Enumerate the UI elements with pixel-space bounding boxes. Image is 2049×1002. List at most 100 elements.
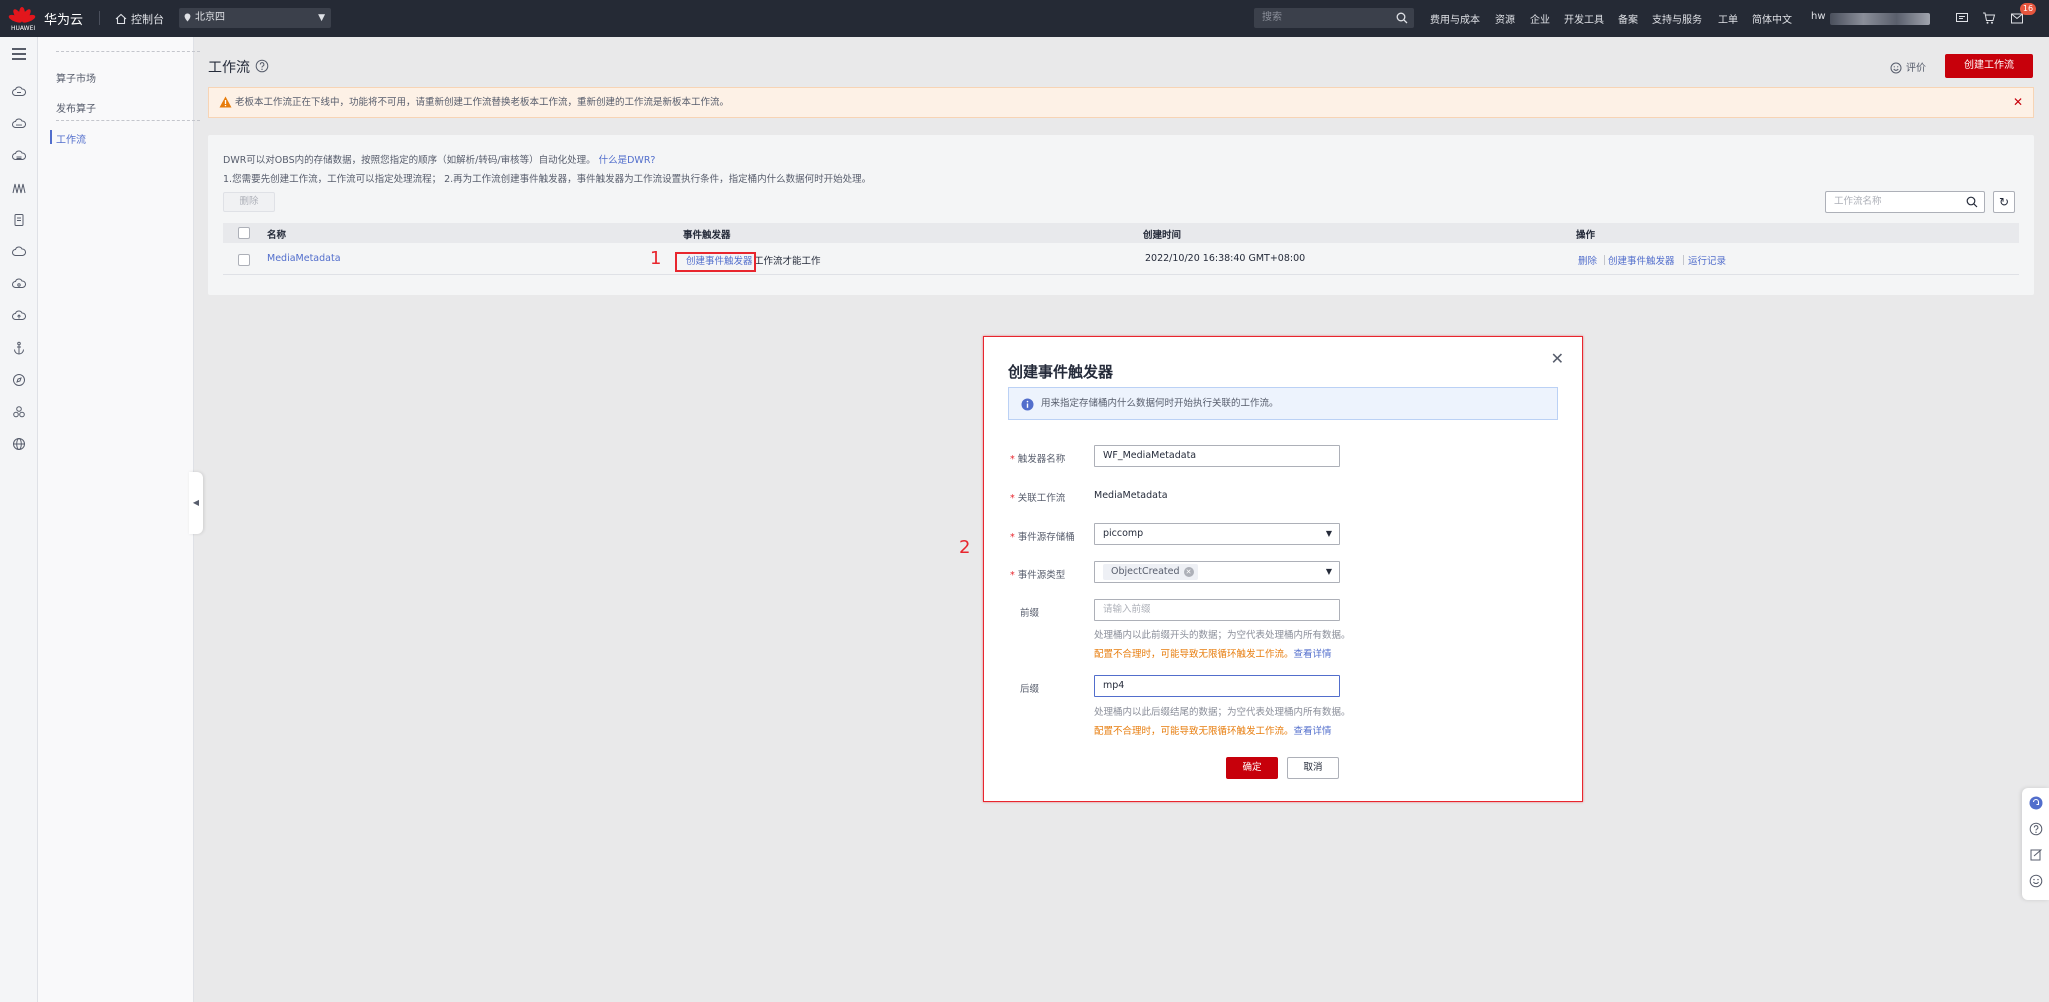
prefix-input[interactable]: 请输入前缀 <box>1094 599 1340 621</box>
edit-feedback-icon[interactable] <box>2029 848 2043 862</box>
divider <box>56 51 200 52</box>
description-line-2: 1.您需要先创建工作流，工作流可以指定处理流程； 2.再为工作流创建事件触发器，… <box>223 174 872 185</box>
close-icon[interactable]: ✕ <box>2013 88 2023 117</box>
trigger-name-input[interactable]: WF_MediaMetadata <box>1094 445 1340 467</box>
workflow-name-filter-input[interactable]: 工作流名称 <box>1825 191 1985 213</box>
delete-button[interactable]: 删除 <box>223 192 275 212</box>
info-banner: 用来指定存储桶内什么数据何时开始执行关联的工作流。 <box>1008 387 1558 420</box>
analytics-icon[interactable] <box>12 181 26 195</box>
globe-icon[interactable] <box>12 437 26 451</box>
service-icon-rail <box>0 37 38 1002</box>
column-header-name: 名称 <box>267 230 287 241</box>
assistant-icon[interactable] <box>2029 796 2043 810</box>
sidebar-item-operator-market[interactable]: 算子市场 <box>56 70 96 85</box>
nav-filing[interactable]: 备案 <box>1618 11 1638 26</box>
remove-tag-icon[interactable]: ✕ <box>1183 567 1194 577</box>
suffix-input[interactable]: mp4 <box>1094 675 1340 697</box>
create-workflow-button[interactable]: 创建工作流 <box>1945 54 2033 78</box>
sidebar-collapse-button[interactable]: ◀ <box>189 472 203 534</box>
region-label: 北京四 <box>195 12 225 23</box>
sidebar-item-publish-operator[interactable]: 发布算子 <box>56 100 96 115</box>
anchor-icon[interactable] <box>12 341 26 355</box>
nav-enterprise[interactable]: 企业 <box>1530 11 1550 26</box>
chevron-down-icon: ▼ <box>1325 567 1332 576</box>
workflow-name-link[interactable]: MediaMetadata <box>267 253 341 264</box>
annotation-highlight-box <box>675 252 756 272</box>
chevron-left-icon: ◀ <box>192 498 200 507</box>
console-label: 控制台 <box>131 13 164 26</box>
prefix-hint: 处理桶内以此前缀开头的数据；为空代表处理桶内所有数据。 <box>1094 630 1351 641</box>
what-is-dwr-link[interactable]: 什么是DWR? <box>599 155 656 166</box>
sidebar-item-workflow[interactable]: 工作流 <box>56 131 86 146</box>
smiley-icon[interactable] <box>2029 874 2043 888</box>
description-line-1: DWR可以对OBS内的存储数据，按照您指定的顺序（如解析/转码/审核等）自动化处… <box>223 152 655 166</box>
event-type-select[interactable]: ObjectCreated ✕ ▼ <box>1094 561 1340 583</box>
search-icon[interactable] <box>1966 196 1978 208</box>
row-delete-link[interactable]: 删除 <box>1578 253 1597 267</box>
cloud-service-icon[interactable] <box>12 277 26 291</box>
close-icon[interactable]: ✕ <box>1551 349 1564 368</box>
user-account-name-redacted <box>1830 13 1930 25</box>
confirm-button[interactable]: 确定 <box>1226 757 1278 779</box>
prefix-details-link[interactable]: 查看详情 <box>1294 649 1332 660</box>
label-text: 事件源存储桶 <box>1017 532 1075 543</box>
input-value: mp4 <box>1103 680 1125 691</box>
row-checkbox[interactable] <box>238 254 250 266</box>
huawei-logo-icon[interactable]: HUAWEI <box>7 5 37 33</box>
suffix-details-link[interactable]: 查看详情 <box>1294 726 1332 737</box>
cloud-database-icon[interactable] <box>12 149 26 163</box>
cart-icon[interactable] <box>1982 11 1996 25</box>
cancel-button[interactable]: 取消 <box>1287 757 1339 779</box>
help-icon[interactable] <box>255 59 269 73</box>
bucket-select[interactable]: piccomp ▼ <box>1094 523 1340 545</box>
info-icon <box>1021 398 1034 411</box>
divider <box>1683 255 1684 265</box>
nav-support[interactable]: 支持与服务 <box>1652 11 1702 26</box>
compass-icon[interactable] <box>12 373 26 387</box>
cloud-server-icon[interactable] <box>12 85 26 99</box>
search-icon[interactable] <box>1396 12 1408 24</box>
tag-label: ObjectCreated <box>1111 566 1180 577</box>
input-value: WF_MediaMetadata <box>1103 450 1197 461</box>
top-navigation-bar: HUAWEI 华为云 控制台 北京四 ▼ 搜索 费用与成本 资源 企业 开发工具… <box>0 0 2049 37</box>
cloud-network-icon[interactable] <box>12 117 26 131</box>
logo-text: HUAWEI <box>11 25 36 32</box>
warning-icon <box>219 96 232 108</box>
region-selector[interactable]: 北京四 ▼ <box>179 8 331 28</box>
warning-text: 配置不合理时，可能导致无限循环触发工作流。 <box>1094 649 1294 660</box>
workflow-value: MediaMetadata <box>1094 490 1168 501</box>
nav-language[interactable]: 简体中文 <box>1752 11 1792 26</box>
console-link[interactable]: 控制台 <box>115 11 164 27</box>
storage-icon[interactable] <box>12 213 26 227</box>
divider <box>1604 255 1605 265</box>
nav-cost[interactable]: 费用与成本 <box>1430 11 1480 26</box>
event-type-label: * 事件源类型 <box>1010 570 1066 581</box>
cloud-icon[interactable] <box>12 245 26 259</box>
brand-name[interactable]: 华为云 <box>44 9 83 28</box>
event-type-tag: ObjectCreated ✕ <box>1103 564 1198 580</box>
menu-icon[interactable] <box>11 47 27 61</box>
nav-dev-tools[interactable]: 开发工具 <box>1564 11 1604 26</box>
refresh-button[interactable]: ↻ <box>1993 191 2015 213</box>
table-row: MediaMetadata 创建事件触发器 工作流才能工作 2022/10/20… <box>223 245 2019 275</box>
suffix-hint: 处理桶内以此后缀结尾的数据；为空代表处理桶内所有数据。 <box>1094 707 1351 718</box>
filter-placeholder: 工作流名称 <box>1834 196 1882 207</box>
warning-text: 老板本工作流正在下线中，功能将不可用，请重新创建工作流替换老板本工作流，重新创建… <box>235 97 730 108</box>
row-create-trigger-link[interactable]: 创建事件触发器 <box>1608 253 1675 267</box>
table-header: 名称 事件触发器 创建时间 操作 <box>223 223 2019 243</box>
rate-link[interactable]: 评价 <box>1890 59 1926 74</box>
row-run-records-link[interactable]: 运行记录 <box>1688 253 1726 267</box>
message-icon[interactable] <box>1955 11 1969 25</box>
help-icon[interactable] <box>2029 822 2043 836</box>
cloud-upload-icon[interactable] <box>12 309 26 323</box>
nav-resources[interactable]: 资源 <box>1495 11 1515 26</box>
nav-tickets[interactable]: 工单 <box>1718 11 1738 26</box>
select-all-checkbox[interactable] <box>238 227 250 239</box>
info-text: 用来指定存储桶内什么数据何时开始执行关联的工作流。 <box>1041 398 1279 409</box>
dialog-title: 创建事件触发器 <box>1008 363 1114 381</box>
user-account[interactable]: hw <box>1811 11 1826 22</box>
location-pin-icon <box>184 13 191 22</box>
cluster-icon[interactable] <box>12 405 26 419</box>
global-search-input[interactable]: 搜索 <box>1254 8 1414 28</box>
description-text: DWR可以对OBS内的存储数据，按照您指定的顺序（如解析/转码/审核等）自动化处… <box>223 155 596 166</box>
